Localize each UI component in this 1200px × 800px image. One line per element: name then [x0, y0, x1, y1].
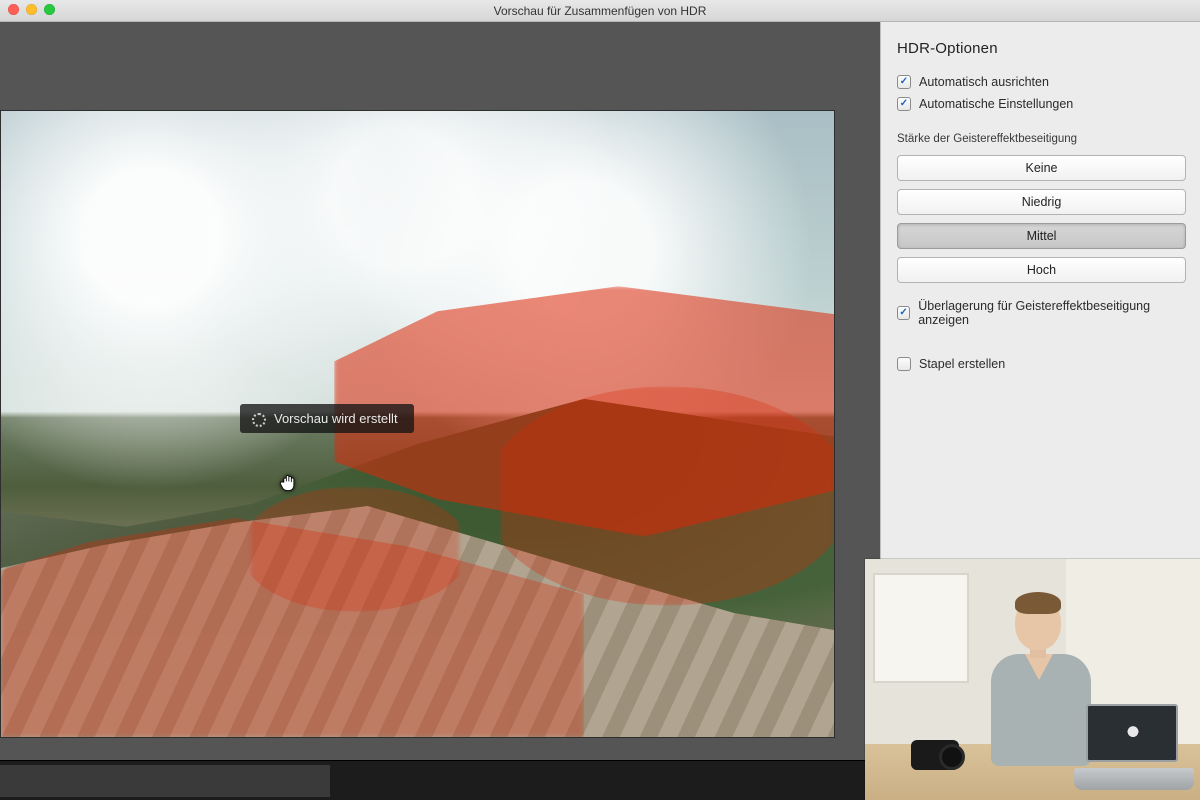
deghost-low-button[interactable]: Niedrig	[897, 189, 1186, 215]
presenter-webcam-overlay	[865, 559, 1200, 800]
show-overlay-label: Überlagerung für Geistereffektbeseitigun…	[918, 299, 1186, 327]
deghost-none-button[interactable]: Keine	[897, 155, 1186, 181]
spinner-icon	[252, 413, 266, 427]
close-window-button[interactable]	[8, 4, 19, 15]
webcam-laptop-prop	[1074, 704, 1194, 790]
window-controls	[8, 4, 55, 15]
preview-pane: Vorschau wird erstellt	[0, 22, 880, 800]
hand-grab-cursor-icon	[278, 472, 298, 494]
checkbox-icon[interactable]	[897, 357, 911, 371]
apple-logo-icon	[1126, 726, 1140, 742]
webcam-dslr-prop	[911, 740, 959, 770]
window-titlebar: Vorschau für Zusammenfügen von HDR	[0, 0, 1200, 22]
auto-align-label: Automatisch ausrichten	[919, 75, 1049, 89]
checkbox-icon[interactable]	[897, 306, 910, 320]
minimize-window-button[interactable]	[26, 4, 37, 15]
panel-title: HDR-Optionen	[897, 40, 1186, 57]
deghost-high-button[interactable]: Hoch	[897, 257, 1186, 283]
deghost-amount-group: Keine Niedrig Mittel Hoch	[897, 155, 1186, 283]
hdr-preview-canvas[interactable]	[0, 110, 835, 738]
auto-align-checkbox-row[interactable]: Automatisch ausrichten	[897, 75, 1186, 89]
show-overlay-checkbox-row[interactable]: Überlagerung für Geistereffektbeseitigun…	[897, 299, 1186, 327]
webcam-whiteboard	[873, 573, 969, 683]
create-stack-checkbox-row[interactable]: Stapel erstellen	[897, 357, 1186, 371]
auto-settings-checkbox-row[interactable]: Automatische Einstellungen	[897, 97, 1186, 111]
auto-settings-label: Automatische Einstellungen	[919, 97, 1073, 111]
zoom-window-button[interactable]	[44, 4, 55, 15]
filmstrip-bar[interactable]	[0, 760, 880, 800]
deghost-medium-button[interactable]: Mittel	[897, 223, 1186, 249]
loading-text: Vorschau wird erstellt	[274, 411, 398, 426]
deghost-section-label: Stärke der Geistereffektbeseitigung	[897, 133, 1186, 145]
create-stack-label: Stapel erstellen	[919, 357, 1005, 371]
checkbox-icon[interactable]	[897, 75, 911, 89]
window-title: Vorschau für Zusammenfügen von HDR	[494, 4, 707, 18]
checkbox-icon[interactable]	[897, 97, 911, 111]
preview-loading-toast: Vorschau wird erstellt	[240, 404, 414, 433]
